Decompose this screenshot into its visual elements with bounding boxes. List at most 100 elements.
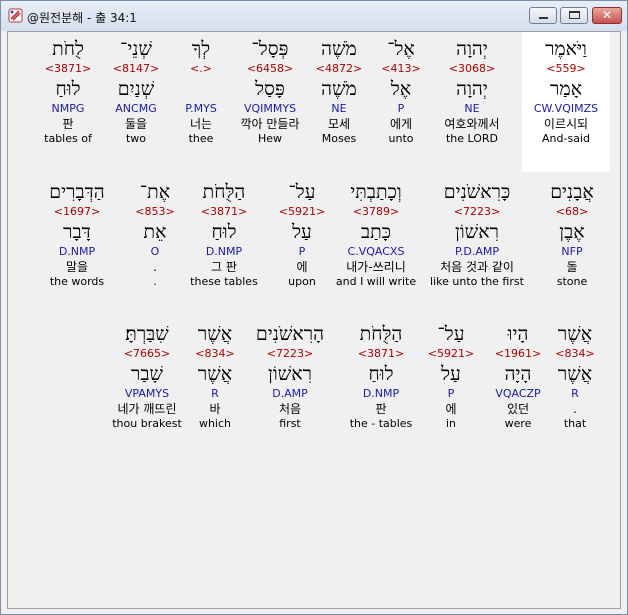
lemma-word: שָׁבַר: [131, 363, 163, 385]
korean-gloss: 둘을: [124, 117, 148, 131]
word-cell[interactable]: פְּסָל־ <6458> פָּסַל VQIMMYS 깍아 만들라 Hew: [225, 32, 315, 172]
hebrew-word: הַלֻּחֹת: [202, 181, 246, 203]
parsing-code: P: [397, 102, 405, 115]
parsing-code: NE: [331, 102, 347, 115]
word-cell[interactable]: אֲבָנִים <68> אֶבֶן NFP 돌 stone: [547, 175, 597, 315]
parsing-code: CW.VQIMZS: [533, 102, 599, 115]
word-cell[interactable]: מֹשֶׁה <4872> מֹשֶׁה NE 모세 Moses: [309, 32, 369, 172]
lemma-word: רִאשׁוֹן: [268, 363, 312, 385]
word-cell[interactable]: כָּרִאשֹׁנִים <7223> רִאשׁוֹן P.D.AMP 처음 것과 …: [417, 175, 537, 315]
lemma-word: עַל: [441, 363, 461, 385]
english-gloss: stone: [556, 275, 588, 288]
word-cell[interactable]: אֶת־ <853> אֵת O..: [130, 175, 180, 315]
minimize-button[interactable]: [529, 7, 557, 24]
word-cell[interactable]: וַיֹּאמֶר <559> אָמַר CW.VQIMZS 이르시되 And-said: [522, 32, 610, 172]
english-gloss: tables of: [44, 132, 92, 145]
word-cell[interactable]: אֲשֶׁר <834> אֲשֶׁר R 바 which: [185, 317, 245, 457]
parsing-code: NMPG: [51, 102, 85, 115]
english-gloss: in: [445, 417, 457, 430]
strong-number: <853>: [135, 205, 175, 218]
strong-number: <5921>: [278, 205, 326, 218]
word-cell[interactable]: הָרִאשֹׁנִים <7223> רִאשׁוֹן D.AMP 처음 first: [245, 317, 335, 457]
lemma-word: כָּתַב: [360, 221, 392, 243]
korean-gloss: 너는: [189, 117, 213, 131]
strong-number: <7223>: [266, 347, 314, 360]
lemma-word: [176, 76, 226, 102]
word-cell[interactable]: אֶל־ <413> אֶל P 에게 unto: [371, 32, 431, 172]
english-gloss: And-said: [542, 132, 590, 145]
strong-number: <5921>: [427, 347, 475, 360]
strong-number: <834>: [195, 347, 235, 360]
lemma-word: אֲשֶׁר: [557, 363, 593, 385]
app-window: @원전분해 - 출 34:1 ✕ וַיֹּאמֶר <559> אָמַר CW.V…: [0, 0, 628, 615]
lemma-word: הָיָה: [504, 363, 532, 385]
korean-gloss: 내가-쓰리니: [346, 260, 406, 274]
lemma-word: לוּחַ: [211, 221, 237, 243]
lemma-word: דָּבָר: [63, 221, 91, 243]
word-cell[interactable]: יְהוָה <3068> יְהוָה NE 여호와께서 the LORD: [427, 32, 517, 172]
strong-number: <834>: [555, 347, 595, 360]
word-cell[interactable]: אֲשֶׁר <834> אֲשֶׁר R. that: [550, 317, 600, 457]
hebrew-word: וַיֹּאמֶר: [545, 38, 587, 60]
close-button[interactable]: ✕: [592, 7, 622, 24]
hebrew-word: שְׁנֵי־: [120, 38, 152, 60]
lemma-word: פָּסַל: [255, 78, 285, 100]
word-cell[interactable]: הַדְּבָרִים <1697> דָּבָר D.NMP 말을 the words: [32, 175, 122, 315]
korean-gloss: 이르시되: [543, 117, 589, 131]
korean-gloss: 그 판: [211, 260, 237, 274]
word-cell[interactable]: לֻחֹת <3871> לוּחַ NMPG 판 tables of: [38, 32, 98, 172]
verse-line: אֲשֶׁר <834> אֲשֶׁר R. that הָיוּ <1961> הָיָה V…: [8, 317, 620, 457]
parsing-code: VPAMYS: [124, 387, 170, 400]
korean-gloss: 판: [62, 117, 74, 131]
hebrew-word: יְהוָה: [456, 38, 488, 60]
window-title: @원전분해 - 출 34:1: [27, 11, 137, 25]
parsing-code: R: [571, 387, 579, 400]
maximize-button[interactable]: [560, 7, 588, 24]
word-cell[interactable]: הָיוּ <1961> הָיָה VQACZP 있던 were: [483, 317, 553, 457]
hebrew-word: הָיוּ: [507, 323, 529, 345]
word-cell[interactable]: שְׁנֵי־ <8147> שְׁנַיִם ANCMG 둘을 two: [106, 32, 166, 172]
english-gloss: .: [153, 275, 157, 288]
app-icon: [8, 8, 23, 23]
lemma-word: עַל: [292, 221, 312, 243]
lemma-word: לוּחַ: [368, 363, 394, 385]
parsing-code: ANCMG: [115, 102, 157, 115]
word-cell[interactable]: הַלֻּחֹת <3871> לוּחַ D.NMP 그 판 these tables: [189, 175, 259, 315]
verse-line: אֲבָנִים <68> אֶבֶן NFP 돌 stone כָּרִאשֹׁנִים <…: [8, 175, 620, 315]
title-bar[interactable]: @원전분해 - 출 34:1 ✕: [1, 1, 627, 31]
parsing-code: D.NMP: [362, 387, 400, 400]
english-gloss: the LORD: [445, 132, 499, 145]
word-cell[interactable]: לְךָ <.> P.MYS 너는 thee: [176, 32, 226, 172]
parsing-code: NFP: [561, 245, 583, 258]
parsing-code: P.D.AMP: [454, 245, 500, 258]
hebrew-word: אֶת־: [139, 181, 171, 203]
hebrew-word: הַדְּבָרִים: [49, 181, 105, 203]
korean-gloss: 에: [445, 402, 457, 416]
hebrew-word: אֲבָנִים: [550, 181, 594, 203]
english-gloss: and I will write: [335, 275, 417, 288]
hebrew-word: מֹשֶׁה: [321, 38, 357, 60]
lemma-word: אֶבֶן: [559, 221, 585, 243]
parsing-code: VQACZP: [495, 387, 541, 400]
word-cell[interactable]: עַל־ <5921> עַל P 에 upon: [272, 175, 332, 315]
word-cell[interactable]: עַל־ <5921> עַל P 에 in: [426, 317, 476, 457]
hebrew-word: אֶל־: [387, 38, 415, 60]
lemma-word: שְׁנַיִם: [117, 78, 155, 100]
strong-number: <3789>: [352, 205, 400, 218]
hebrew-word: וְכָתַבְתִּי: [350, 181, 402, 203]
word-cell[interactable]: וְכָתַבְתִּי <3789> כָּתַב C.VQACXS 내가-쓰리니 an…: [326, 175, 426, 315]
strong-number: <.>: [190, 62, 212, 75]
strong-number: <7665>: [123, 347, 171, 360]
parsing-code: NE: [464, 102, 480, 115]
word-cell[interactable]: שִׁבַּרְתָּ׃ <7665> שָׁבַר VPAMYS 네가 깨뜨린 thou…: [102, 317, 192, 457]
english-gloss: that: [563, 417, 587, 430]
parsing-code: P.MYS: [185, 102, 217, 115]
strong-number: <4872>: [315, 62, 363, 75]
hebrew-word: פְּסָל־: [251, 38, 289, 60]
strong-number: <3068>: [448, 62, 496, 75]
korean-gloss: 네가 깨뜨린: [117, 402, 177, 416]
lemma-word: יְהוָה: [456, 78, 488, 100]
english-gloss: unto: [388, 132, 414, 145]
korean-gloss: 처음: [278, 402, 302, 416]
word-cell[interactable]: הַלֻּחֹת <3871> לוּחַ D.NMP 판 the - tables: [341, 317, 421, 457]
